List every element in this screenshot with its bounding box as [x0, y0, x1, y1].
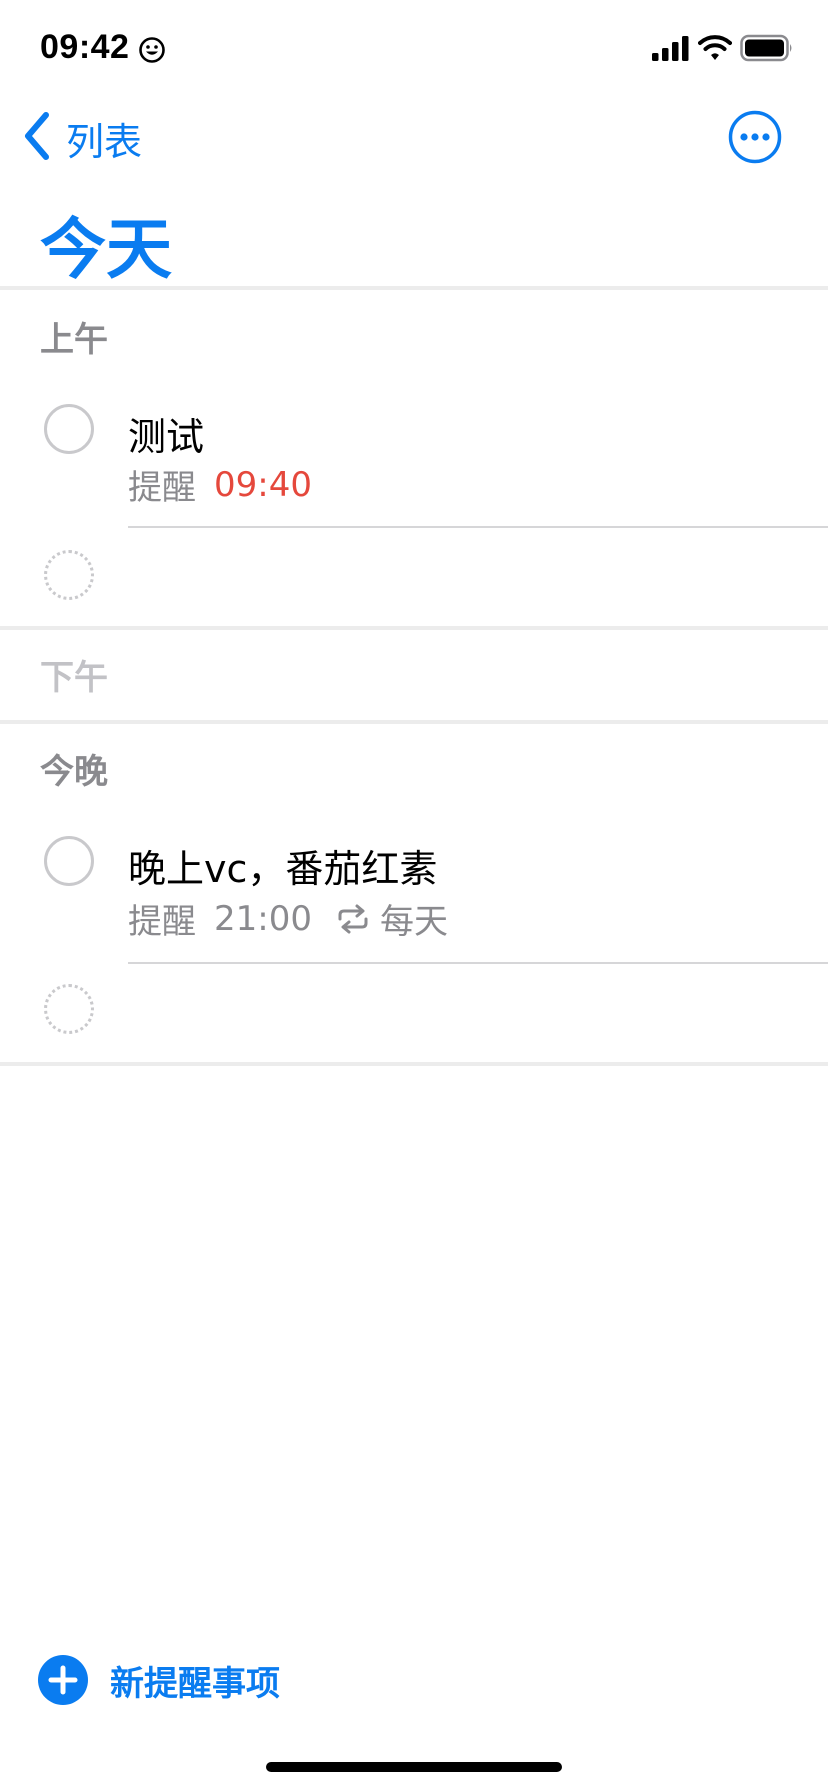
reminder-subtitle: 提醒 09:40: [128, 460, 312, 509]
status-time: 09:42: [40, 28, 130, 66]
section-separator: [0, 720, 828, 724]
wifi-icon: [698, 34, 732, 66]
page-title: 今天: [40, 211, 172, 288]
status-bar: 09:42: [0, 0, 828, 96]
reminder-title[interactable]: 晚上vc，番茄红素: [128, 838, 437, 893]
home-indicator[interactable]: [266, 1762, 562, 1772]
section-header-tonight: 今晚: [40, 752, 108, 792]
chevron-left-icon: [22, 111, 52, 165]
new-reminder-label: 新提醒事项: [110, 1663, 280, 1704]
complete-toggle[interactable]: [44, 404, 94, 454]
complete-toggle[interactable]: [44, 836, 94, 886]
reminder-time: 21:00: [214, 898, 312, 939]
cellular-signal-icon: [652, 36, 690, 66]
section-separator: [0, 626, 828, 630]
battery-icon: [740, 34, 794, 66]
section-separator: [0, 286, 828, 290]
repeat-icon: [336, 904, 370, 934]
reminder-time: 09:40: [214, 464, 312, 505]
new-reminder-button[interactable]: 新提醒事项: [38, 1654, 280, 1706]
reminder-title[interactable]: 测试: [128, 406, 204, 461]
section-header-morning: 上午: [40, 320, 108, 360]
reminder-label: 提醒: [128, 468, 196, 508]
repeat-label: 每天: [379, 902, 448, 942]
back-button[interactable]: 列表: [22, 108, 142, 168]
section-separator: [0, 1062, 828, 1066]
row-divider: [128, 962, 828, 964]
smiley-icon: [138, 36, 166, 64]
row-divider: [128, 526, 828, 528]
back-button-label: 列表: [66, 119, 143, 164]
new-item-placeholder[interactable]: [44, 550, 94, 600]
reminder-subtitle: 提醒 21:00 每天: [128, 894, 448, 943]
section-header-afternoon: 下午: [40, 658, 108, 698]
new-item-placeholder[interactable]: [44, 984, 94, 1034]
ellipsis-circle-icon: [728, 110, 782, 168]
plus-circle-icon: [38, 1655, 88, 1705]
reminder-label: 提醒: [128, 902, 196, 942]
more-options-button[interactable]: [728, 110, 782, 164]
